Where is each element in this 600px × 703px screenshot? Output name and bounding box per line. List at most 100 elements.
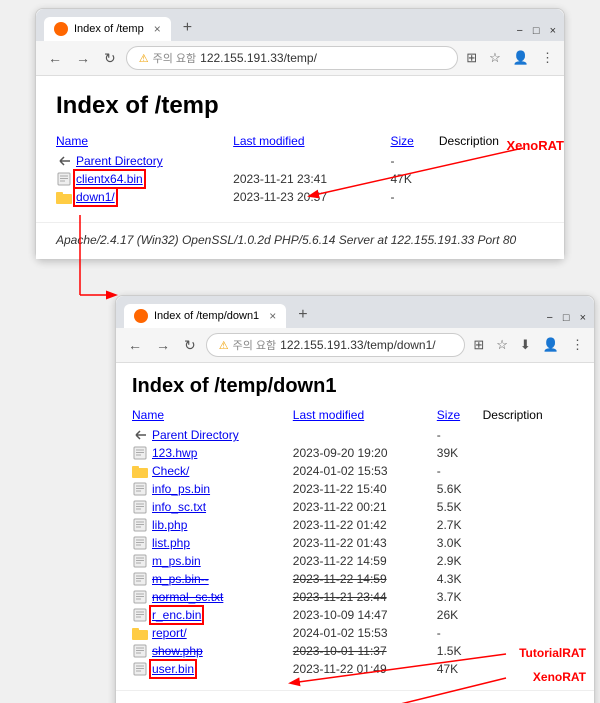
file-modified: 2024-01-02 15:53	[293, 462, 437, 480]
new-tab-button-2[interactable]: +	[290, 302, 315, 328]
file-table-body-1: Parent Directory-clientx64.bin2023-11-21…	[56, 152, 544, 206]
col-size-1[interactable]: Size	[390, 132, 438, 152]
back-button-1[interactable]: ←	[44, 48, 66, 68]
tab-bar-1: Index of /temp × + − □ ×	[36, 9, 564, 41]
download-icon-2[interactable]: ⬇	[518, 335, 533, 355]
file-icon	[132, 644, 148, 658]
refresh-button-2[interactable]: ↻	[180, 335, 200, 356]
file-link[interactable]: 123.hwp	[152, 446, 197, 460]
file-link[interactable]: lib.php	[152, 518, 187, 532]
nav-icons-1: ⊞ ☆ 👤 ⋮	[464, 48, 556, 68]
tab-close-1[interactable]: ×	[154, 22, 161, 36]
file-link[interactable]: Parent Directory	[152, 428, 239, 442]
browser-window-1: Index of /temp × + − □ × ← → ↻ ⚠ 주의 요함 1…	[35, 8, 565, 260]
file-modified: 2023-11-22 14:59	[293, 570, 437, 588]
address-bar-1[interactable]: ⚠ 주의 요함 122.155.191.33/temp/	[126, 46, 459, 70]
menu-icon-2[interactable]: ⋮	[569, 335, 586, 355]
back-button-2[interactable]: ←	[124, 335, 146, 355]
file-icon	[56, 172, 72, 186]
bookmark-icon-2[interactable]: ☆	[494, 335, 510, 355]
file-link[interactable]: report/	[152, 626, 187, 640]
col-name-2[interactable]: Name	[132, 406, 293, 426]
file-size: -	[437, 462, 483, 480]
forward-button-2[interactable]: →	[152, 335, 174, 355]
table-row: m_ps.bin--2023-11-22 14:594.3K	[132, 570, 578, 588]
minimize-btn-2[interactable]: −	[546, 312, 552, 324]
content-2: Index of /temp/down1 Name Last modified …	[116, 363, 594, 690]
file-description	[483, 624, 578, 642]
address-text-2: 122.155.191.33/temp/down1/	[280, 338, 435, 352]
file-link[interactable]: r_enc.bin	[152, 608, 201, 622]
tab-title-1: Index of /temp	[74, 23, 144, 35]
file-description	[483, 498, 578, 516]
file-modified: 2023-09-20 19:20	[293, 444, 437, 462]
file-link[interactable]: info_sc.txt	[152, 500, 206, 514]
table-header-2: Name Last modified Size Description	[132, 406, 578, 426]
tab-2[interactable]: Index of /temp/down1 ×	[124, 304, 286, 328]
tab-1[interactable]: Index of /temp ×	[44, 17, 171, 41]
tab-close-2[interactable]: ×	[269, 309, 276, 323]
table-row: list.php2023-11-22 01:433.0K	[132, 534, 578, 552]
file-modified	[233, 152, 390, 170]
file-modified: 2024-01-02 15:53	[293, 624, 437, 642]
file-link[interactable]: m_ps.bin--	[152, 572, 209, 586]
nav-bar-2: ← → ↻ ⚠ 주의 요함 122.155.191.33/temp/down1/…	[116, 328, 594, 363]
refresh-button-1[interactable]: ↻	[100, 48, 120, 69]
file-size: 26K	[437, 606, 483, 624]
file-link[interactable]: info_ps.bin	[152, 482, 210, 496]
file-modified: 2023-11-22 14:59	[293, 552, 437, 570]
file-link[interactable]: clientx64.bin	[76, 172, 143, 186]
close-btn-1[interactable]: ×	[550, 25, 556, 37]
warning-icon-1: ⚠	[139, 52, 149, 65]
file-link[interactable]: m_ps.bin	[152, 554, 201, 568]
new-tab-button-1[interactable]: +	[175, 15, 200, 41]
address-label-2: 주의 요함	[233, 337, 277, 353]
tab-bar-2: Index of /temp/down1 × + − □ ×	[116, 296, 594, 328]
xenorat-annotation-1: XenoRAT	[506, 138, 564, 153]
table-row: show.php 2023-10-01 11:371.5K	[132, 642, 578, 660]
forward-button-1[interactable]: →	[72, 48, 94, 68]
file-size: 5.6K	[437, 480, 483, 498]
file-size: -	[437, 426, 483, 444]
user-icon-2[interactable]: 👤	[541, 335, 561, 355]
file-icon	[132, 572, 148, 586]
file-description	[483, 552, 578, 570]
table-row: user.bin2023-11-22 01:4947K	[132, 660, 578, 678]
file-icon	[132, 536, 148, 550]
file-description	[483, 444, 578, 462]
col-modified-2[interactable]: Last modified	[293, 406, 437, 426]
col-name-1[interactable]: Name	[56, 132, 233, 152]
file-link[interactable]: normal_sc.txt	[152, 590, 223, 604]
page-title-1: Index of /temp	[56, 92, 544, 120]
col-modified-1[interactable]: Last modified	[233, 132, 390, 152]
col-size-2[interactable]: Size	[437, 406, 483, 426]
file-link[interactable]: down1/	[76, 190, 115, 204]
file-link[interactable]: show.php	[152, 644, 203, 658]
server-info-2: Apache/2.4.17 (Win32) OpenSSL/1.0.2d PHP…	[116, 690, 594, 703]
xenorat-annotation-2: XenoRAT	[533, 670, 586, 684]
server-info-1: Apache/2.4.17 (Win32) OpenSSL/1.0.2d PHP…	[36, 222, 564, 259]
file-link[interactable]: Check/	[152, 464, 189, 478]
nav-bar-1: ← → ↻ ⚠ 주의 요함 122.155.191.33/temp/ ⊞ ☆ 👤…	[36, 41, 564, 76]
maximize-btn-2[interactable]: □	[563, 312, 570, 324]
table-row: m_ps.bin2023-11-22 14:592.9K	[132, 552, 578, 570]
file-link[interactable]: user.bin	[152, 662, 194, 676]
translate-icon-2[interactable]: ⊞	[471, 335, 486, 355]
file-size: 1.5K	[437, 642, 483, 660]
tab-icon-1	[54, 22, 68, 36]
translate-icon-1[interactable]: ⊞	[464, 48, 479, 68]
address-bar-2[interactable]: ⚠ 주의 요함 122.155.191.33/temp/down1/	[206, 333, 466, 357]
menu-icon-1[interactable]: ⋮	[539, 48, 556, 68]
file-description	[483, 606, 578, 624]
file-link[interactable]: list.php	[152, 536, 190, 550]
file-modified: 2023-10-01 11:37	[293, 642, 437, 660]
bookmark-icon-1[interactable]: ☆	[487, 48, 503, 68]
minimize-btn-1[interactable]: −	[516, 25, 522, 37]
close-btn-2[interactable]: ×	[580, 312, 586, 324]
file-link[interactable]: Parent Directory	[76, 154, 163, 168]
file-description	[483, 588, 578, 606]
maximize-btn-1[interactable]: □	[533, 25, 540, 37]
table-row: info_sc.txt2023-11-22 00:215.5K	[132, 498, 578, 516]
tab-icon-2	[134, 309, 148, 323]
user-icon-1[interactable]: 👤	[511, 48, 531, 68]
